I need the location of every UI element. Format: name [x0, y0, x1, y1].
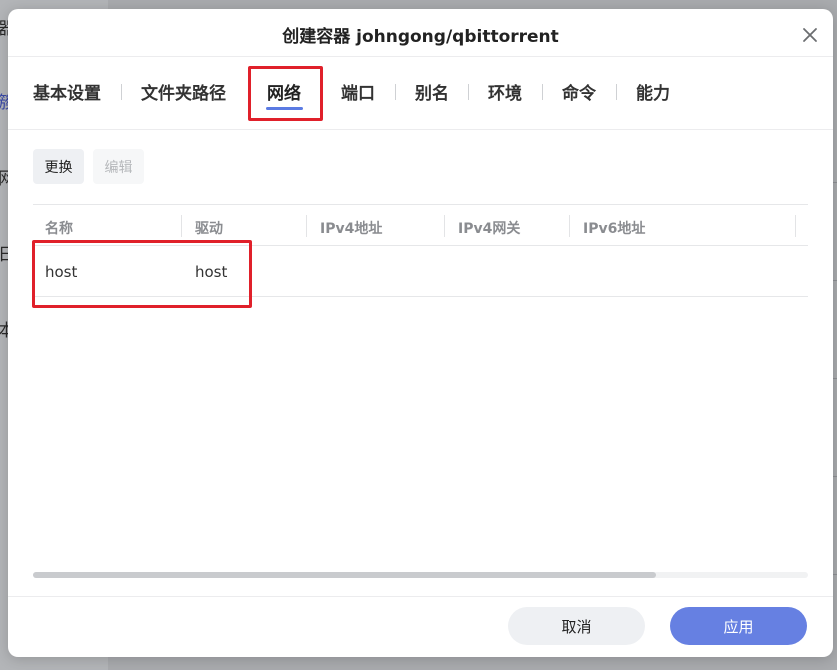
column-separator [181, 215, 182, 237]
tab-command[interactable]: 命令 [562, 79, 596, 104]
column-header-ipv4-address: IPv4地址 [320, 221, 383, 237]
column-separator [569, 215, 570, 237]
column-header-ipv4-gateway: IPv4网关 [458, 221, 521, 237]
cancel-button[interactable]: 取消 [508, 607, 645, 645]
footer-divider [8, 596, 833, 597]
table-border [33, 204, 808, 205]
tab-bar: 基本设置 文件夹路径 网络 端口 别名 环境 命令 能力 [8, 57, 833, 130]
active-tab-indicator [266, 107, 303, 110]
create-container-dialog: 创建容器 johngong/qbittorrent 基本设置 文件夹路径 网络 … [8, 9, 833, 657]
dialog-header: 创建容器 johngong/qbittorrent [8, 9, 833, 57]
edit-button[interactable]: 编辑 [93, 149, 144, 184]
close-icon[interactable] [801, 26, 819, 44]
tab-network[interactable]: 网络 [267, 79, 301, 104]
column-separator [444, 215, 445, 237]
tab-separator [468, 84, 469, 100]
apply-button[interactable]: 应用 [670, 607, 807, 645]
tab-separator [395, 84, 396, 100]
column-header-driver: 驱动 [195, 221, 223, 237]
table-row-border [33, 296, 808, 297]
tab-separator [616, 84, 617, 100]
tab-ports[interactable]: 端口 [341, 79, 375, 104]
column-separator [306, 215, 307, 237]
tab-separator [542, 84, 543, 100]
dialog-title: 创建容器 johngong/qbittorrent [282, 27, 559, 47]
cell-network-driver[interactable]: host [195, 263, 227, 281]
tab-capabilities[interactable]: 能力 [636, 79, 670, 104]
column-header-ipv6-address: IPv6地址 [583, 221, 646, 237]
cell-network-name[interactable]: host [45, 263, 77, 281]
column-separator [795, 215, 796, 237]
column-header-name: 名称 [45, 221, 73, 237]
tab-basic-settings[interactable]: 基本设置 [33, 79, 101, 104]
tab-alias[interactable]: 别名 [415, 79, 449, 104]
tab-environment[interactable]: 环境 [488, 79, 522, 104]
horizontal-scrollbar-thumb[interactable] [33, 572, 656, 578]
change-button[interactable]: 更换 [33, 149, 84, 184]
table-header-border [33, 245, 808, 246]
tab-folder-paths[interactable]: 文件夹路径 [141, 79, 226, 104]
tab-separator [121, 84, 122, 100]
